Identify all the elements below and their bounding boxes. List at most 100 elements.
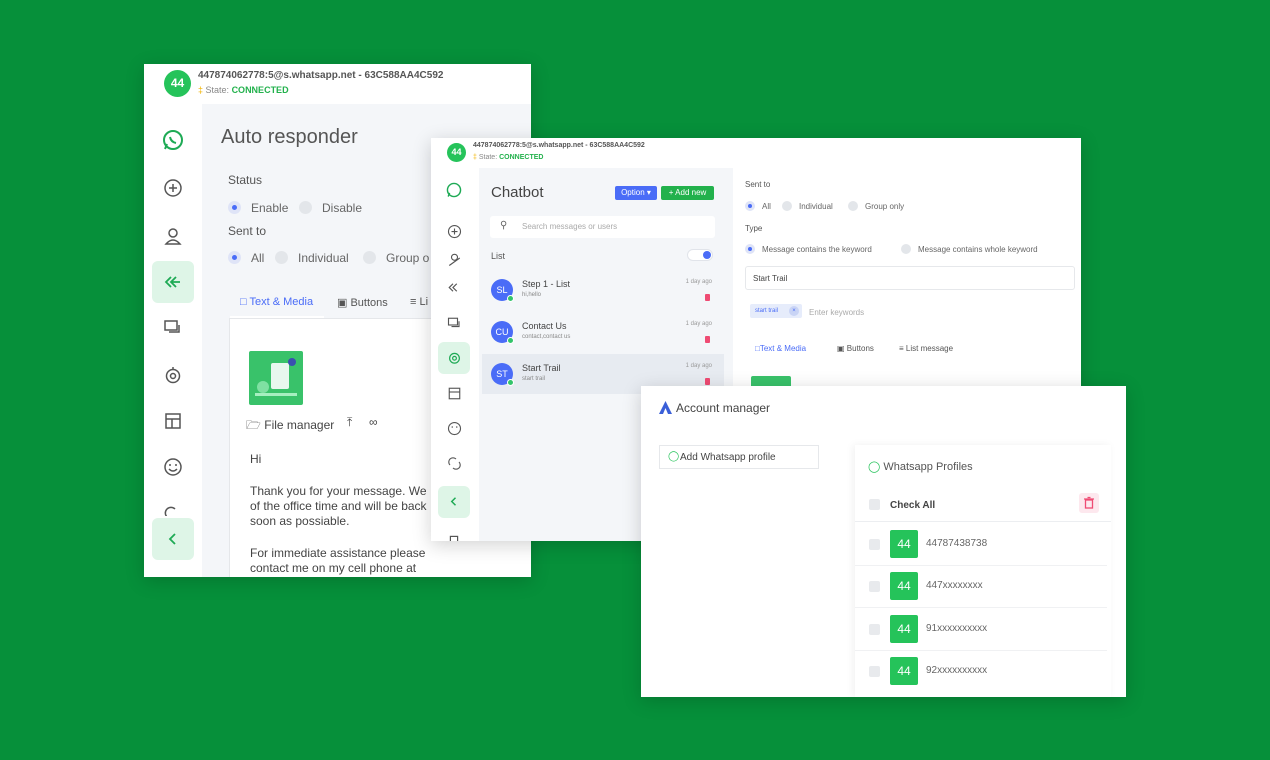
emoji-icon[interactable] — [438, 413, 470, 445]
profile-row[interactable]: 44 92xxxxxxxxxx — [855, 651, 1107, 693]
whatsapp-icon[interactable] — [438, 174, 470, 206]
list-label: List — [491, 251, 506, 261]
buttons-icon: ▣ — [337, 297, 348, 309]
document-icon: □ — [240, 296, 247, 308]
profiles-title: ◯ Whatsapp Profiles — [868, 461, 973, 473]
whatsapp-profiles-panel: ◯ Whatsapp Profiles Check All 44 4478743… — [855, 445, 1111, 697]
chat-icon[interactable] — [438, 308, 470, 340]
sent-to-group-radio[interactable] — [363, 251, 376, 264]
avatar: CU — [491, 321, 514, 344]
type-contains-keyword-radio[interactable] — [745, 244, 755, 254]
check-all-checkbox[interactable] — [869, 499, 880, 510]
state-label: State: — [205, 85, 230, 95]
list-item[interactable]: CU Contact Us contact,contact us 1 day a… — [482, 312, 724, 352]
media-thumbnail[interactable] — [249, 351, 303, 405]
add-new-button[interactable]: + Add new — [661, 186, 714, 200]
bolt-icon: ‡ — [473, 154, 477, 161]
whatsapp-icon: ◯ — [668, 451, 680, 462]
sent-to-individual-label: Individual — [298, 251, 349, 265]
page-title: Auto responder — [221, 126, 358, 148]
sent-to-all-radio[interactable] — [228, 251, 241, 264]
link-icon[interactable] — [438, 448, 470, 480]
link-icon[interactable]: ∞ — [369, 415, 378, 429]
account-avatar[interactable]: 44 — [164, 70, 191, 97]
sent-to-label: Sent to — [228, 224, 267, 238]
status-disable-label: Disable — [322, 201, 363, 215]
add-icon[interactable] — [152, 167, 194, 209]
chatbot-nav-icon[interactable] — [438, 342, 470, 374]
layout-icon[interactable] — [152, 400, 194, 442]
tab-list-message[interactable]: ≡ List message — [899, 344, 953, 353]
tab-list[interactable]: ≡ Li — [410, 296, 428, 308]
tab-buttons[interactable]: ▣ Buttons — [337, 296, 388, 309]
name-field[interactable]: Start Trail — [745, 266, 1075, 290]
item-keywords: start trail — [522, 376, 546, 382]
sent-to-group-label: Group o — [386, 251, 430, 265]
profile-row[interactable]: 44 447xxxxxxxx — [855, 566, 1107, 608]
list-toggle[interactable] — [687, 249, 713, 261]
sent-to-individual-radio[interactable] — [782, 201, 792, 211]
collapse-sidebar-button[interactable] — [438, 486, 470, 518]
account-avatar[interactable]: 44 — [447, 143, 466, 162]
message-line: contact me on my cell phone at — [250, 561, 417, 575]
profile-row[interactable]: 44 91xxxxxxxxxx — [855, 609, 1107, 651]
profile-number: 447xxxxxxxx — [926, 580, 983, 591]
message-line: For immediate assistance please — [250, 546, 426, 560]
delete-icon[interactable] — [705, 294, 710, 301]
bolt-icon: ‡ — [198, 85, 204, 95]
profile-checkbox[interactable] — [869, 581, 880, 592]
profile-row[interactable]: 44 44787438738 — [855, 524, 1107, 566]
item-time: 1 day ago — [685, 363, 712, 369]
whatsapp-icon[interactable] — [152, 118, 194, 160]
profile-checkbox[interactable] — [869, 539, 880, 550]
account-jid: 447874062778:5@s.whatsapp.net - 63C588AA… — [473, 142, 645, 149]
option-dropdown-button[interactable]: Option ▾ — [615, 186, 657, 200]
upload-icon[interactable]: ⤒ — [347, 415, 352, 430]
item-keywords: contact,contact us — [522, 334, 571, 340]
buttons-icon: ▣ — [837, 344, 845, 353]
collapse-sidebar-button[interactable] — [152, 518, 194, 560]
profile-number: 44787438738 — [926, 538, 988, 549]
profile-avatar: 44 — [890, 530, 918, 558]
status-enable-label: Enable — [251, 201, 289, 215]
emoji-icon[interactable] — [152, 446, 194, 488]
reply-all-icon[interactable] — [438, 272, 470, 304]
profile-checkbox[interactable] — [869, 666, 880, 677]
user-icon[interactable] — [152, 215, 194, 257]
status-enable-radio[interactable] — [228, 201, 241, 214]
sent-to-all-radio[interactable] — [745, 201, 755, 211]
remove-chip-icon[interactable]: × — [789, 306, 799, 316]
divider — [855, 521, 1111, 522]
tab-text-media[interactable]: □ Text & Media — [240, 296, 313, 308]
item-name: Start Trail — [522, 363, 561, 373]
profile-checkbox[interactable] — [869, 624, 880, 635]
sent-to-group-label: Group only — [865, 202, 905, 211]
profile-avatar: 44 — [890, 615, 918, 643]
delete-selected-button[interactable] — [1079, 493, 1099, 513]
whatsapp-icon: ◯ — [868, 461, 881, 473]
printer-icon[interactable] — [438, 526, 470, 541]
list-item[interactable]: SL Step 1 - List hi,hello 1 day ago — [482, 270, 724, 310]
type-whole-keyword-radio[interactable] — [901, 244, 911, 254]
tab-text-media[interactable]: □Text & Media — [755, 344, 806, 353]
file-manager-button[interactable]: 🗁 File manager — [246, 416, 334, 437]
link-icon[interactable] — [152, 494, 194, 516]
profile-number: 91xxxxxxxxxx — [926, 623, 988, 634]
sent-to-group-radio[interactable] — [848, 201, 858, 211]
search-input[interactable]: ⚲ Search messages or users — [490, 216, 715, 238]
reply-all-icon[interactable] — [152, 261, 194, 303]
delete-icon[interactable] — [705, 336, 710, 343]
list-icon: ≡ — [410, 296, 417, 308]
robot-icon[interactable] — [152, 354, 194, 396]
delete-icon[interactable] — [705, 378, 710, 385]
chat-icon[interactable] — [152, 307, 194, 349]
tab-buttons[interactable]: ▣ Buttons — [837, 344, 874, 353]
layout-icon[interactable] — [438, 378, 470, 410]
item-time: 1 day ago — [685, 321, 712, 327]
state-value: CONNECTED — [231, 85, 289, 95]
add-whatsapp-profile-button[interactable]: ◯ Add Whatsapp profile — [659, 445, 819, 469]
sent-to-individual-radio[interactable] — [275, 251, 288, 264]
keywords-input[interactable]: Enter keywords — [809, 308, 864, 317]
status-disable-radio[interactable] — [299, 201, 312, 214]
folder-icon: 🗁 — [246, 418, 261, 432]
